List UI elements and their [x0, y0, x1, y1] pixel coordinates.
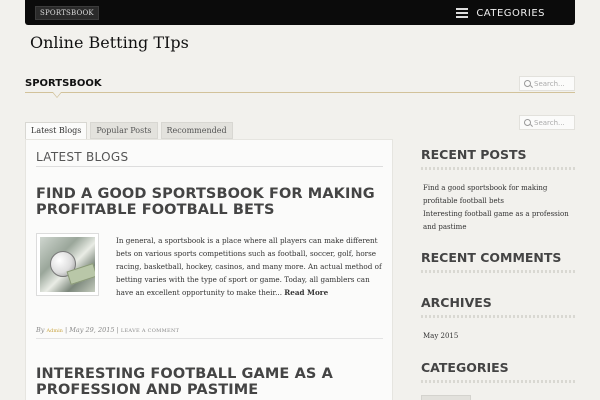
top-bar: SPORTSBOOK CATEGORIES: [25, 0, 575, 25]
hamburger-icon: [456, 8, 469, 18]
sidebar-divider: [421, 380, 575, 383]
post-title-link[interactable]: INTERESTING FOOTBALL GAME AS A PROFESSIO…: [36, 366, 376, 398]
sidebar-divider: [421, 167, 575, 170]
tab-popular-posts[interactable]: Popular Posts: [90, 122, 158, 139]
categories-menu-toggle[interactable]: CATEGORIES: [456, 4, 545, 22]
recent-posts-title: RECENT POSTS: [421, 147, 527, 162]
search-icon: [524, 80, 531, 87]
post-excerpt: In general, a sportsbook is a place wher…: [116, 236, 382, 297]
search-placeholder: Search...: [534, 79, 565, 88]
categories-title: CATEGORIES: [421, 360, 509, 375]
sidebar-divider: [421, 270, 575, 273]
panel-title: LATEST BLOGS: [36, 150, 129, 164]
recent-post-link[interactable]: Interesting football game as a professio…: [421, 208, 575, 234]
panel-title-divider: [36, 166, 383, 167]
read-more-link[interactable]: Read More: [284, 288, 328, 297]
tab-latest-blogs[interactable]: Latest Blogs: [25, 122, 88, 140]
recent-comments-title: RECENT COMMENTS: [421, 250, 562, 265]
search-icon: [524, 119, 531, 126]
leave-comment-link[interactable]: LEAVE A COMMENT: [121, 328, 179, 334]
header-search-input[interactable]: Search...: [519, 76, 575, 91]
latest-blogs-panel: LATEST BLOGS FIND A GOOD SPORTSBOOK FOR …: [25, 139, 393, 400]
archives-title: ARCHIVES: [421, 295, 492, 310]
categories-menu-label: CATEGORIES: [476, 7, 545, 19]
heading-divider: [25, 92, 575, 93]
sidebar-search-input[interactable]: Search...: [519, 115, 575, 130]
home-link[interactable]: SPORTSBOOK: [35, 6, 99, 20]
post-thumbnail[interactable]: [36, 233, 99, 296]
sidebar-divider: [421, 315, 575, 318]
post-date: May 29, 2015: [69, 326, 115, 334]
archive-link[interactable]: May 2015: [421, 330, 575, 343]
recent-posts-list: Find a good sportsbook for making profit…: [421, 182, 575, 234]
categories-select[interactable]: [421, 395, 471, 400]
post-title-link[interactable]: FIND A GOOD SPORTSBOOK FOR MAKING PROFIT…: [36, 186, 376, 218]
site-title[interactable]: Online Betting TIps: [30, 33, 189, 52]
search-placeholder: Search...: [534, 118, 565, 127]
post-author-link[interactable]: Admin: [47, 328, 63, 334]
recent-post-link[interactable]: Find a good sportsbook for making profit…: [421, 182, 575, 208]
post-divider: [36, 338, 383, 339]
section-heading: SPORTSBOOK: [25, 78, 102, 89]
post-meta: By Admin | May 29, 2015 | LEAVE A COMMEN…: [36, 326, 180, 334]
tab-recommended[interactable]: Recommended: [160, 122, 233, 139]
content-tabs: Latest Blogs Popular Posts Recommended: [25, 122, 233, 140]
archives-list: May 2015: [421, 330, 575, 343]
